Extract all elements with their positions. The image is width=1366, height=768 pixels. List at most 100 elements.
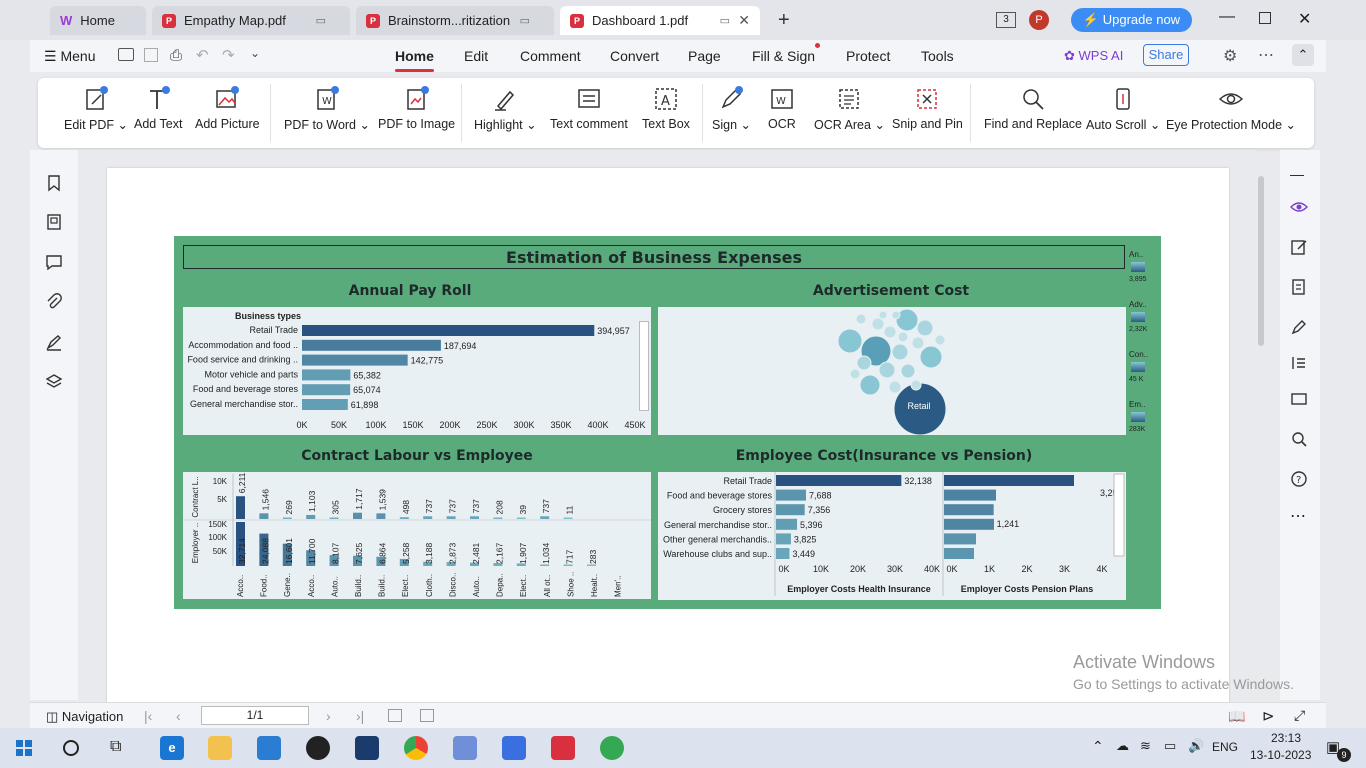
- tableau-icon[interactable]: [453, 736, 477, 760]
- sign-pen-icon[interactable]: [1290, 318, 1308, 336]
- wps-ai-button[interactable]: ✿ WPS AI: [1064, 48, 1123, 64]
- mail-icon[interactable]: [257, 736, 281, 760]
- language-indicator[interactable]: ENG: [1212, 740, 1238, 754]
- clock-time[interactable]: 23:13: [1263, 731, 1309, 745]
- maximize-icon[interactable]: [1259, 12, 1271, 24]
- tab-fill-sign[interactable]: Fill & Sign: [752, 48, 815, 64]
- tab-tools[interactable]: Tools: [921, 48, 954, 64]
- chevron-down-icon[interactable]: ⌄: [250, 46, 260, 60]
- tab-home-menu[interactable]: Home: [395, 48, 434, 72]
- tab-edit[interactable]: Edit: [464, 48, 488, 64]
- tab-page[interactable]: Page: [688, 48, 721, 64]
- undo-icon[interactable]: ↶: [196, 46, 209, 64]
- tab-counter[interactable]: 3: [996, 12, 1016, 28]
- file-explorer-icon[interactable]: [208, 736, 232, 760]
- close-icon[interactable]: ✕: [738, 12, 750, 29]
- onedrive-icon[interactable]: ☁: [1116, 738, 1129, 754]
- layers-icon[interactable]: [45, 373, 63, 391]
- network-icon[interactable]: ▭: [1164, 738, 1176, 754]
- tab-empathy-map[interactable]: P Empathy Map.pdf ▭: [152, 6, 350, 35]
- upgrade-button[interactable]: ⚡ Upgrade now: [1071, 8, 1192, 32]
- scrollbar-thumb[interactable]: [1258, 176, 1264, 346]
- close-window-icon[interactable]: ✕: [1298, 9, 1311, 29]
- chevron-up-icon[interactable]: ⌃: [1092, 738, 1104, 755]
- vertical-scrollbar[interactable]: [1256, 158, 1266, 698]
- prev-page-icon[interactable]: ‹: [176, 708, 181, 724]
- more-options-icon[interactable]: ⋯: [1290, 506, 1308, 525]
- navigation-button[interactable]: ◫ Navigation: [46, 709, 123, 725]
- thumbnail-icon[interactable]: [45, 213, 63, 231]
- edge-icon[interactable]: e: [160, 736, 184, 760]
- payroll-scrollbar[interactable]: [639, 321, 649, 411]
- ocr-button[interactable]: W OCR: [768, 86, 796, 131]
- menu-button[interactable]: ☰ Menu: [44, 48, 95, 65]
- document-tools-icon[interactable]: [1290, 278, 1308, 296]
- vscode-icon[interactable]: [355, 736, 379, 760]
- more-icon[interactable]: ⋯: [1258, 45, 1274, 65]
- edit-pdf-button[interactable]: Edit PDF ⌄: [64, 86, 128, 132]
- add-text-button[interactable]: Add Text: [134, 86, 182, 131]
- read-mode-icon[interactable]: 📖: [1228, 708, 1245, 725]
- sign-button[interactable]: Sign ⌄: [712, 86, 751, 132]
- new-tab-icon[interactable]: +: [778, 9, 790, 32]
- collapse-ribbon-icon[interactable]: ⌃: [1292, 44, 1314, 66]
- open-folder-icon[interactable]: [118, 48, 134, 61]
- split-icon[interactable]: [1290, 354, 1308, 372]
- avatar[interactable]: P: [1029, 10, 1049, 30]
- ocr-area-button[interactable]: OCR Area ⌄: [814, 86, 885, 132]
- find-and-replace-button[interactable]: Find and Replace: [984, 86, 1082, 131]
- last-page-icon[interactable]: ›|: [356, 708, 364, 724]
- whatsapp-icon[interactable]: [600, 736, 624, 760]
- tab-home[interactable]: W Home: [50, 6, 146, 35]
- tab-dashboard[interactable]: P Dashboard 1.pdf ▭ ✕: [560, 6, 760, 35]
- zoom-search-icon[interactable]: [1290, 430, 1308, 448]
- text-box-button[interactable]: A Text Box: [642, 86, 690, 131]
- minus-icon[interactable]: —: [1290, 166, 1308, 184]
- highlight-button[interactable]: Highlight ⌄: [474, 86, 537, 132]
- fullscreen-icon[interactable]: ⤢: [1294, 707, 1305, 724]
- bookmark-icon[interactable]: [45, 174, 63, 192]
- window-icon[interactable]: ▭: [520, 14, 530, 27]
- task-view-icon[interactable]: ⧉: [110, 738, 121, 756]
- tab-brainstorm[interactable]: P Brainstorm...ritization ▭: [356, 6, 554, 35]
- back-view-icon[interactable]: [388, 709, 402, 722]
- chrome-icon[interactable]: [404, 736, 428, 760]
- snip-and-pin-button[interactable]: Snip and Pin: [892, 86, 963, 131]
- edit-icon[interactable]: [1290, 238, 1308, 256]
- redo-icon[interactable]: ↷: [222, 46, 235, 64]
- play-icon[interactable]: ⊳: [1262, 707, 1275, 725]
- github-icon[interactable]: [306, 736, 330, 760]
- tab-comment[interactable]: Comment: [520, 48, 581, 64]
- minimize-icon[interactable]: —: [1219, 8, 1235, 26]
- eye-protection-button[interactable]: Eye Protection Mode ⌄: [1166, 86, 1296, 132]
- save-icon[interactable]: [144, 48, 158, 62]
- forward-view-icon[interactable]: [420, 709, 434, 722]
- clock-date[interactable]: 13-10-2023: [1250, 748, 1311, 762]
- attachment-icon[interactable]: [45, 293, 63, 311]
- eye-protect-icon[interactable]: [1290, 198, 1308, 216]
- tab-convert[interactable]: Convert: [610, 48, 659, 64]
- add-picture-button[interactable]: Add Picture: [195, 86, 260, 131]
- power-automate-icon[interactable]: [502, 736, 526, 760]
- comment-icon[interactable]: [45, 253, 63, 271]
- windows-start-icon[interactable]: [16, 740, 32, 756]
- print-icon[interactable]: ⎙: [170, 47, 182, 64]
- next-page-icon[interactable]: ›: [326, 708, 331, 724]
- stamp-icon[interactable]: [1290, 390, 1308, 408]
- first-page-icon[interactable]: |‹: [144, 708, 152, 724]
- search-taskbar-icon[interactable]: [63, 740, 79, 756]
- help-icon[interactable]: ?: [1290, 470, 1308, 488]
- pdf-to-image-button[interactable]: PDF to Image: [378, 86, 455, 131]
- gear-icon[interactable]: ⚙: [1223, 46, 1237, 66]
- text-comment-button[interactable]: Text comment: [550, 86, 628, 131]
- window-icon[interactable]: ▭: [316, 14, 326, 27]
- share-button[interactable]: Share: [1143, 44, 1189, 66]
- wifi-icon[interactable]: ≋: [1140, 738, 1151, 754]
- auto-scroll-button[interactable]: Auto Scroll ⌄: [1086, 86, 1160, 132]
- pdf-to-word-button[interactable]: W PDF to Word ⌄: [284, 86, 370, 132]
- wps-office-icon[interactable]: [551, 736, 575, 760]
- tab-protect[interactable]: Protect: [846, 48, 890, 64]
- page-number-input[interactable]: 1/1: [201, 706, 309, 725]
- signature-icon[interactable]: [45, 333, 63, 351]
- window-icon[interactable]: ▭: [720, 14, 730, 27]
